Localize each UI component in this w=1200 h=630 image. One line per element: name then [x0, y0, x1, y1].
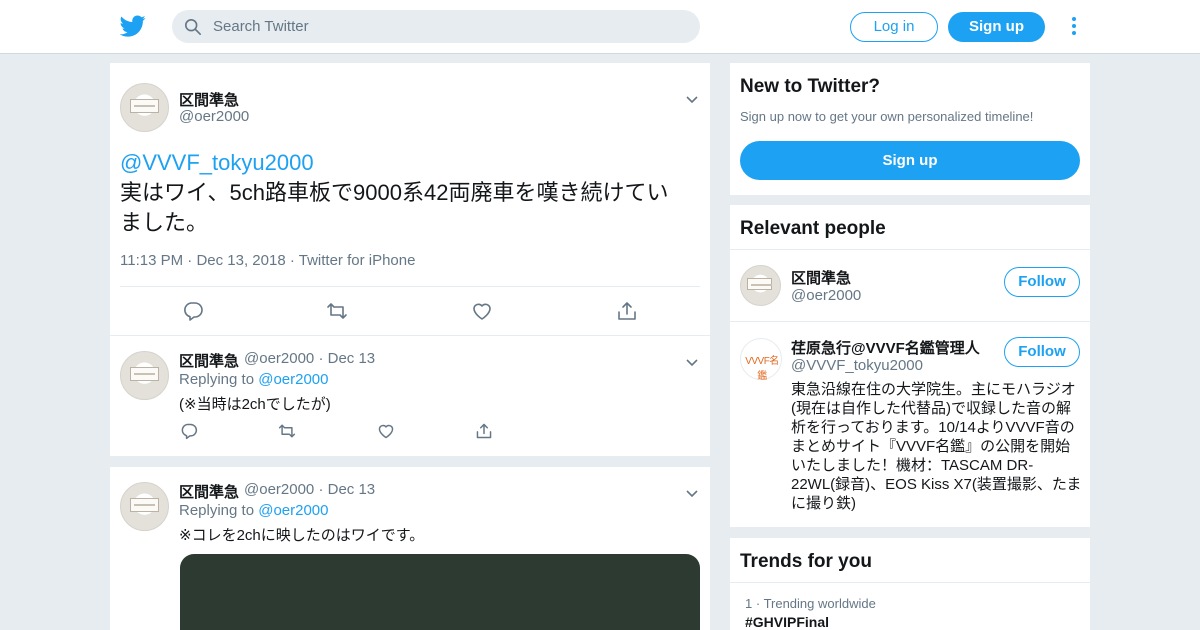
like-heart-icon[interactable] — [377, 422, 395, 440]
top-navigation-bar: Search Twitter Log in Sign up — [0, 0, 1200, 54]
tweet-media-image[interactable] — [180, 554, 700, 630]
sidebar-signup-button[interactable]: Sign up — [740, 141, 1080, 180]
signup-button[interactable]: Sign up — [948, 12, 1045, 42]
author-handle[interactable]: @oer2000 — [179, 108, 249, 125]
like-heart-icon[interactable] — [471, 300, 493, 322]
trend-hashtag-link[interactable]: #GHVIPFinal — [745, 614, 829, 630]
person-handle[interactable]: @VVVF_tokyu2000 — [791, 357, 923, 374]
trend-rank: 1 — [745, 596, 753, 611]
module-title: Trends for you — [740, 551, 872, 572]
divider — [730, 249, 1090, 250]
avatar[interactable]: VVVF名鑑 — [740, 338, 782, 382]
person-name[interactable]: 区間準急 — [791, 267, 851, 288]
tweet-text: 実はワイ、5ch路車板で9000系42両廃車を嘆き続けていました。 — [120, 180, 669, 235]
follow-button[interactable]: Follow — [1004, 337, 1080, 367]
author-name[interactable]: 区間準急 — [179, 350, 239, 371]
module-subtitle: Sign up now to get your own personalized… — [740, 109, 1034, 124]
reply-icon[interactable] — [180, 422, 198, 440]
trend-context-label: Trending worldwide — [763, 596, 876, 611]
search-icon — [184, 18, 202, 36]
tweet-date[interactable]: Dec 13 — [328, 481, 376, 498]
divider — [120, 286, 700, 287]
author-handle[interactable]: @oer2000 — [244, 481, 314, 498]
author-name[interactable]: 区間準急 — [179, 481, 239, 502]
person-bio: 東急沿線在住の大学院生。主にモハラジオ(現在は自作した代替品)で収録した音の解析… — [791, 381, 1082, 512]
follow-button[interactable]: Follow — [1004, 267, 1080, 297]
tweet-source: Twitter for iPhone — [298, 252, 416, 269]
reply-meta: @oer2000 · Dec 13 — [244, 481, 376, 498]
person-handle[interactable]: @oer2000 — [791, 287, 861, 304]
module-title: New to Twitter? — [740, 76, 881, 97]
author-name[interactable]: 区間準急 — [179, 89, 239, 110]
replying-to-link[interactable]: @oer2000 — [258, 371, 328, 388]
tweet-date[interactable]: Dec 13 — [328, 350, 376, 367]
replying-to-link[interactable]: @oer2000 — [258, 502, 328, 519]
tweet-text: ※コレを2chに映したのはワイです。 — [179, 527, 425, 544]
author-handle[interactable]: @oer2000 — [244, 350, 314, 367]
twitter-bird-icon[interactable] — [119, 13, 146, 39]
reply-meta: @oer2000 · Dec 13 — [244, 350, 376, 367]
module-title: Relevant people — [740, 218, 886, 239]
tweet-mention-link[interactable]: @VVVF_tokyu2000 — [120, 150, 314, 176]
chevron-down-icon[interactable] — [685, 486, 699, 498]
chevron-down-icon[interactable] — [685, 92, 699, 104]
chevron-down-icon[interactable] — [685, 355, 699, 367]
replying-to: Replying to @oer2000 — [179, 371, 329, 388]
avatar[interactable] — [120, 83, 169, 132]
search-input[interactable]: Search Twitter — [213, 18, 309, 35]
tweet-time[interactable]: 11:13 PM — [120, 252, 183, 269]
person-name[interactable]: 荏原急行@VVVF名鑑管理人 — [791, 337, 980, 358]
avatar[interactable] — [120, 351, 169, 400]
tweet-metadata: 11:13 PM · Dec 13, 2018 · Twitter for iP… — [120, 252, 416, 269]
retweet-icon[interactable] — [326, 300, 348, 322]
tweet-text: (※当時は2chでしたが) — [179, 396, 331, 413]
more-vertical-icon[interactable] — [1068, 16, 1080, 38]
login-button[interactable]: Log in — [850, 12, 938, 42]
avatar[interactable] — [740, 265, 781, 306]
replying-to: Replying to @oer2000 — [179, 502, 329, 519]
avatar[interactable] — [120, 482, 169, 531]
retweet-icon[interactable] — [278, 422, 296, 440]
share-icon[interactable] — [475, 422, 493, 440]
trend-context: 1 · Trending worldwide — [745, 596, 876, 611]
reply-icon[interactable] — [182, 300, 204, 322]
divider — [730, 321, 1090, 322]
share-icon[interactable] — [616, 300, 638, 322]
avatar-logo-text: VVVF名鑑 — [745, 356, 779, 382]
tweet-date[interactable]: Dec 13, 2018 — [196, 252, 285, 269]
search-box[interactable]: Search Twitter — [172, 10, 700, 43]
divider — [730, 582, 1090, 583]
